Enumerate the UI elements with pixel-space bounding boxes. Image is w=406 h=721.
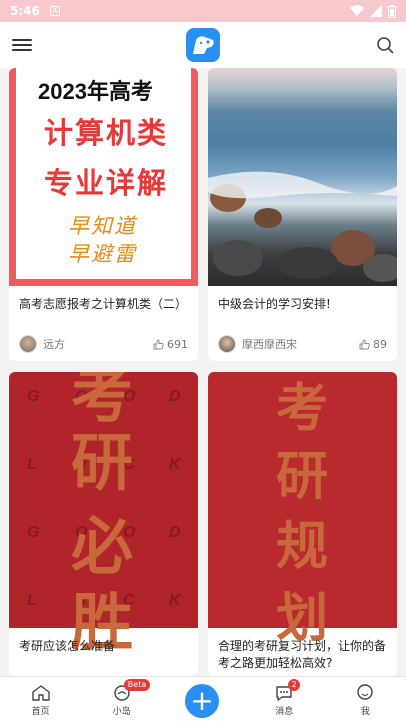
post-cover-image: 考 研 规 划 <box>208 372 397 649</box>
post-card[interactable]: G O O D L U C K G O O D L U C K 考 研 必 胜 … <box>9 372 198 676</box>
poster-subtitle: 专业详解 <box>44 166 169 200</box>
post-cover-image: G O O D L U C K G O O D L U C K 考 研 必 胜 <box>9 372 198 659</box>
like-button[interactable]: 691 <box>153 338 188 351</box>
poster-letter: D <box>169 524 181 541</box>
app-logo-icon <box>186 28 220 62</box>
search-icon[interactable] <box>376 36 394 54</box>
nav-messages[interactable]: 2 消息 <box>244 677 325 721</box>
home-icon <box>31 685 50 701</box>
status-time: 5:46 <box>10 4 40 18</box>
author-name[interactable]: 摩西摩西宋 <box>242 336 297 352</box>
menu-icon[interactable] <box>12 37 32 53</box>
nav-label: 小岛 <box>112 707 131 717</box>
profile-icon <box>357 684 374 700</box>
post-title[interactable]: 中级会计的学习安排! <box>218 296 387 313</box>
notification-icon: A <box>49 6 60 16</box>
nav-island[interactable]: Beta 小岛 <box>81 677 162 721</box>
nav-label: 首页 <box>31 707 50 717</box>
poster-letter: L <box>27 456 37 473</box>
thumbs-up-icon <box>359 339 370 349</box>
beta-badge: Beta <box>123 679 151 691</box>
like-button[interactable]: 89 <box>359 338 387 351</box>
poster-handwriting: 早避雷 <box>68 242 137 266</box>
poster-letter: K <box>169 592 181 609</box>
app-bar <box>0 22 406 68</box>
poster-letter: D <box>169 388 181 405</box>
plus-icon: + <box>190 684 214 717</box>
wifi-icon <box>350 5 364 17</box>
poster-title: 2023年高考 <box>38 79 153 104</box>
nav-label: 我 <box>360 707 370 717</box>
create-post-button[interactable]: + <box>185 684 219 718</box>
signal-icon <box>370 5 382 17</box>
post-title[interactable]: 考研应该怎么准备 <box>19 638 188 655</box>
like-count: 89 <box>373 337 387 351</box>
unread-badge: 2 <box>288 679 301 691</box>
nav-home[interactable]: 首页 <box>0 677 81 721</box>
post-title[interactable]: 合理的考研复习计划，让你的备考之路更加轻松高效? <box>218 638 387 672</box>
poster-char: 规 <box>276 517 329 577</box>
post-cover-image: 2023年高考 计算机类 专业详解 早知道 早避雷 <box>9 68 198 286</box>
poster-char: 考 <box>276 379 329 439</box>
nav-label: 消息 <box>275 707 294 717</box>
poster-char: 研 <box>276 447 329 507</box>
poster-letter: L <box>27 592 37 609</box>
like-count: 691 <box>167 337 188 351</box>
post-card[interactable]: 2023年高考 计算机类 专业详解 早知道 早避雷 高考志愿报考之计算机类（二）… <box>9 68 198 361</box>
poster-subtitle: 计算机类 <box>44 116 169 150</box>
avatar[interactable] <box>19 335 37 353</box>
thumbs-up-icon <box>153 339 164 349</box>
battery-icon <box>388 4 396 18</box>
nav-me[interactable]: 我 <box>325 677 406 721</box>
post-meta: 远方 691 <box>19 335 188 353</box>
poster-char: 研 <box>71 426 134 499</box>
poster-letter: G <box>27 388 40 405</box>
post-title[interactable]: 高考志愿报考之计算机类（二） <box>19 296 188 313</box>
post-cover-image <box>208 68 397 286</box>
status-bar: 5:46 A <box>0 0 406 22</box>
avatar[interactable] <box>218 335 236 353</box>
feed-grid: 2023年高考 计算机类 专业详解 早知道 早避雷 高考志愿报考之计算机类（二）… <box>0 68 406 676</box>
poster-letter: K <box>169 456 181 473</box>
post-card[interactable]: 中级会计的学习安排! 摩西摩西宋 89 <box>208 68 397 361</box>
post-card[interactable]: 考 研 规 划 合理的考研复习计划，让你的备考之路更加轻松高效? <box>208 372 397 676</box>
author-name[interactable]: 远方 <box>43 336 65 352</box>
poster-handwriting: 早知道 <box>68 214 137 238</box>
poster-letter: G <box>27 524 40 541</box>
post-meta: 摩西摩西宋 89 <box>218 335 387 353</box>
